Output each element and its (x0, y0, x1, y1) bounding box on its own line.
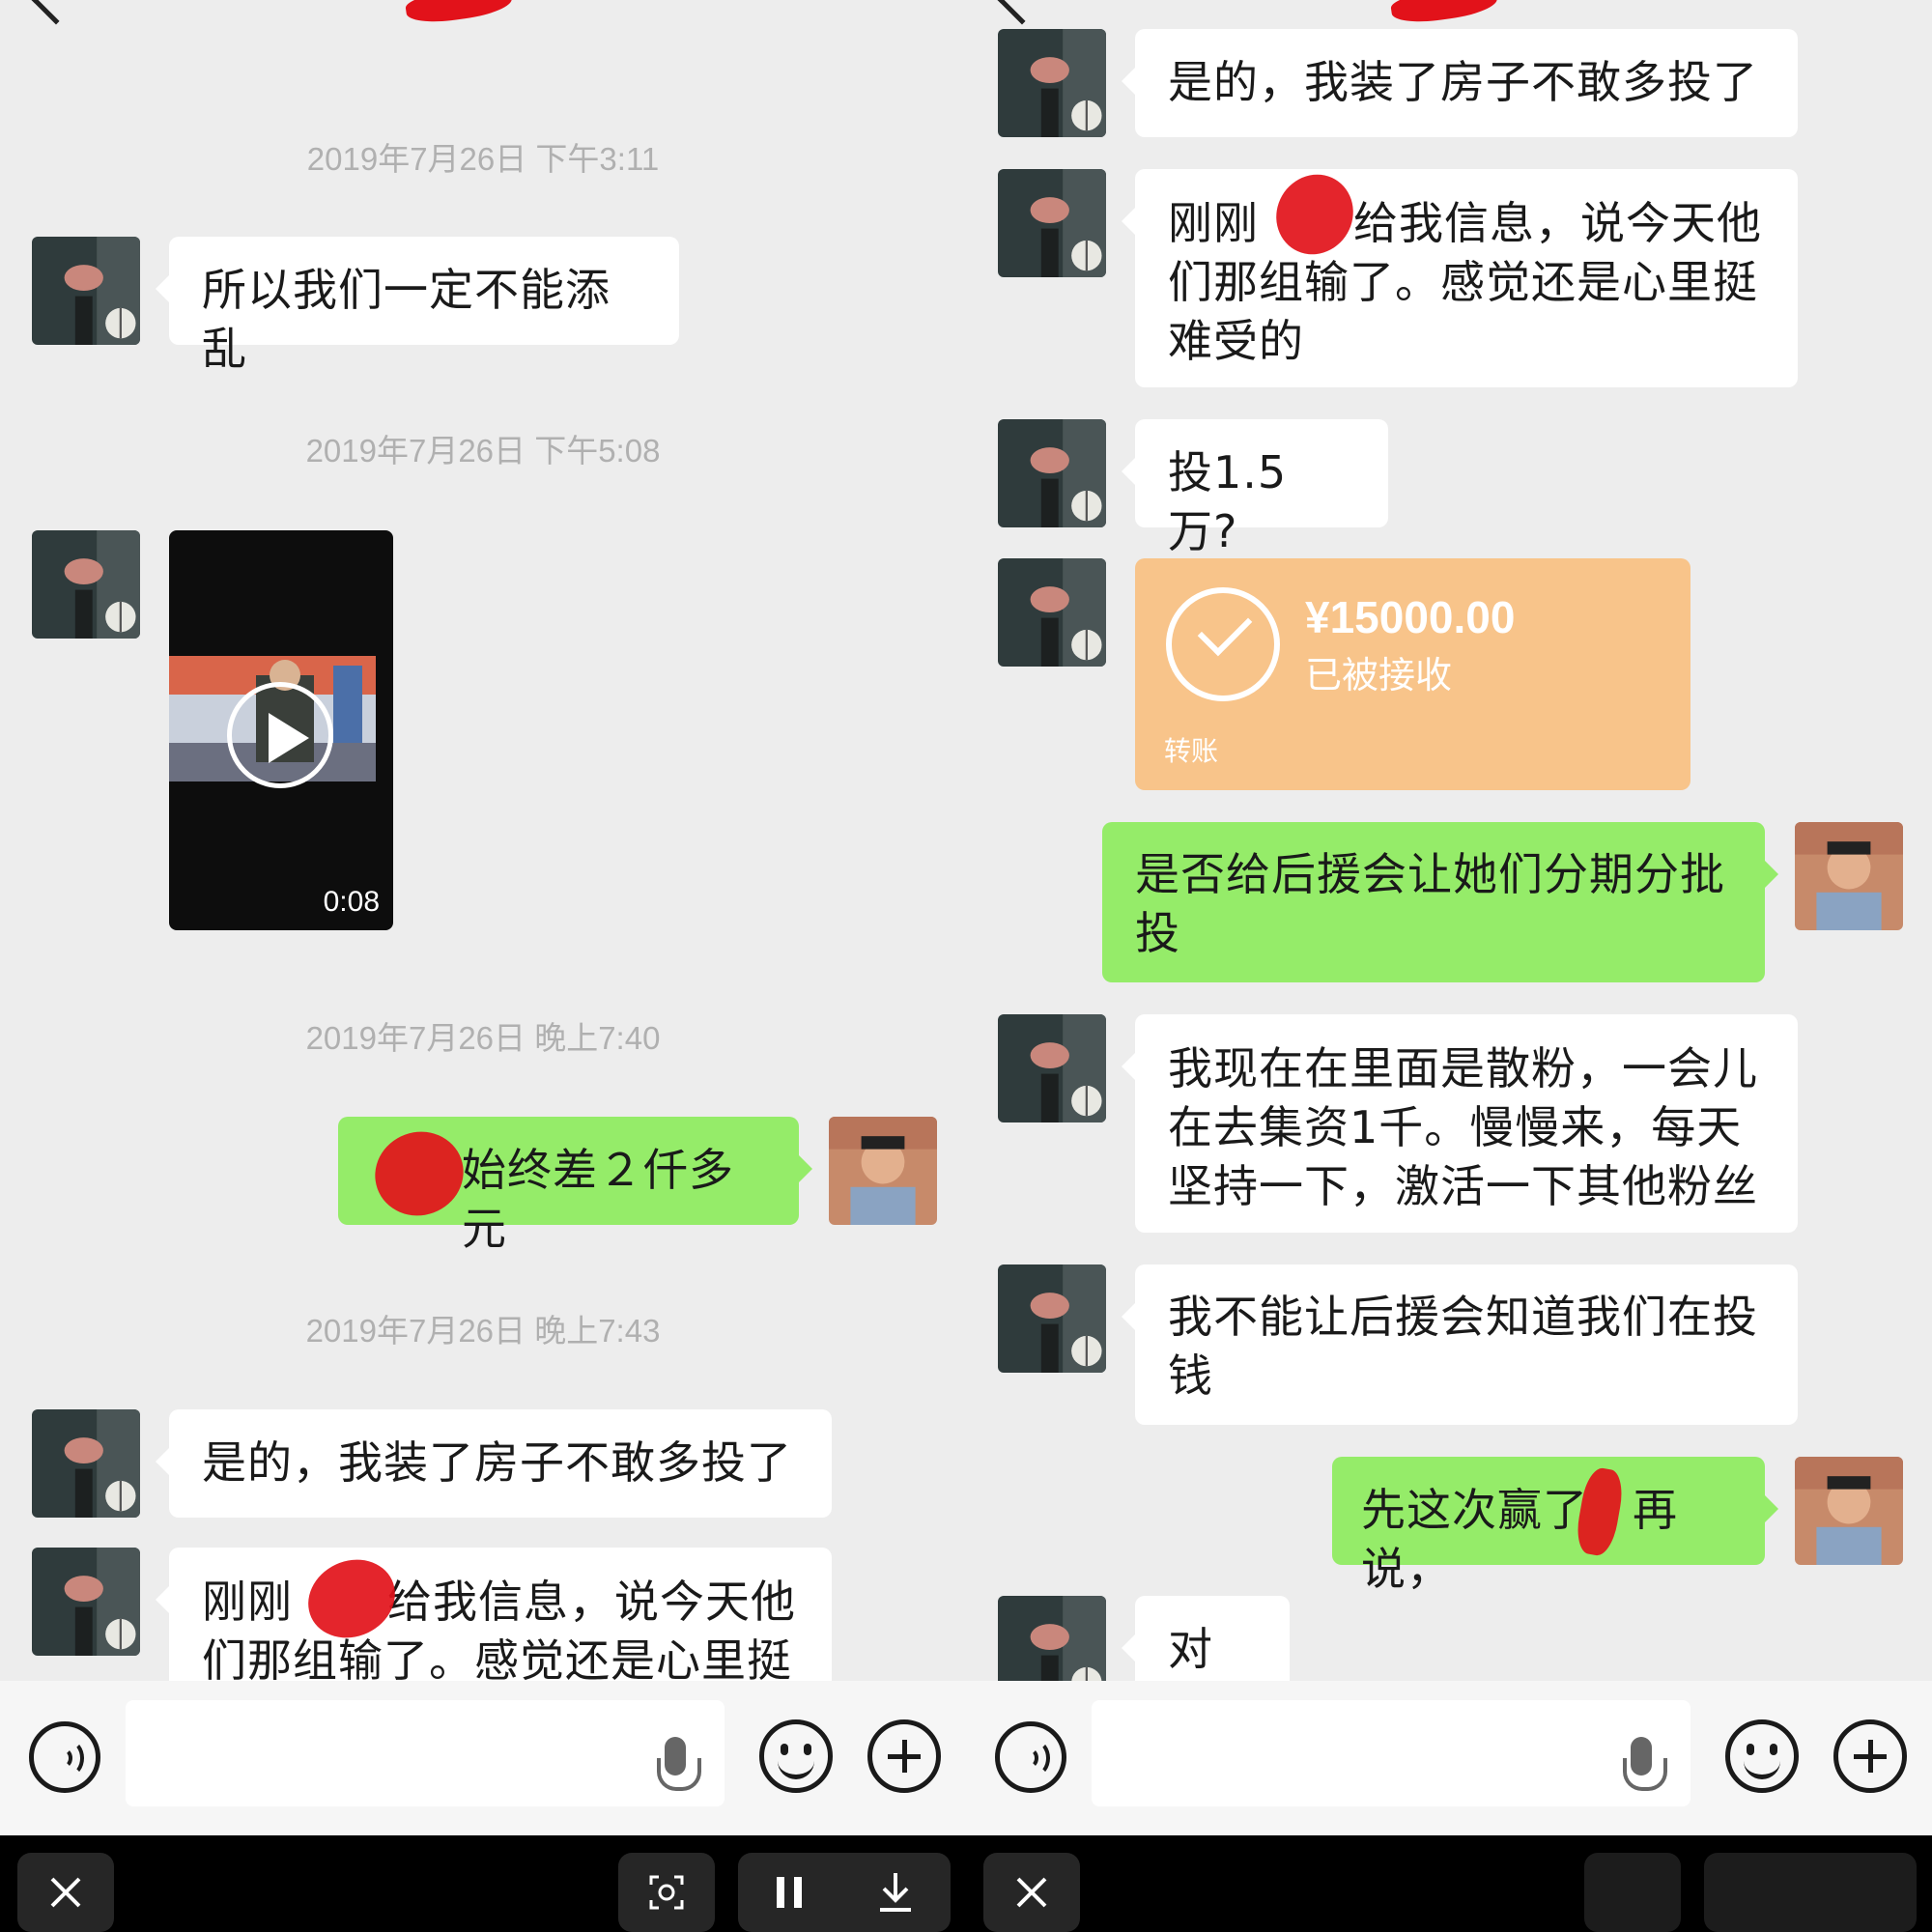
chat-input-bar (0, 1681, 966, 1835)
message-bubble-incoming[interactable]: 是的，我装了房子不敢多投了 (156, 1409, 832, 1518)
close-icon (50, 1877, 81, 1908)
contact-avatar[interactable] (998, 29, 1106, 137)
plus-icon[interactable] (867, 1719, 941, 1793)
contact-avatar[interactable] (32, 1409, 140, 1518)
user-avatar[interactable] (829, 1117, 937, 1225)
back-arrow-icon[interactable] (997, 0, 1047, 25)
voice-icon[interactable] (29, 1721, 100, 1793)
close-button[interactable] (983, 1853, 1080, 1932)
play-icon[interactable] (227, 682, 333, 788)
playback-controls (738, 1853, 951, 1932)
checkmark-icon (1166, 587, 1280, 701)
message-text: 始终差２仟多元 (462, 1144, 734, 1255)
message-bubble-incoming[interactable]: 是的，我装了房子不敢多投了 (1122, 29, 1798, 137)
chat-header (966, 0, 1932, 29)
contact-avatar[interactable] (998, 1014, 1106, 1122)
message-input[interactable] (1092, 1700, 1690, 1806)
chat-screenshot-right: 是的，我装了房子不敢多投了 刚刚 给我信息，说今天他 们那组输了。感觉还是心里挺难… (966, 0, 1932, 1835)
contact-avatar[interactable] (32, 530, 140, 639)
microphone-icon[interactable] (1623, 1737, 1667, 1791)
scan-icon (649, 1875, 684, 1910)
contact-avatar[interactable] (32, 237, 140, 345)
close-icon (1016, 1877, 1047, 1908)
transfer-card[interactable]: ¥15000.00 已被接收 转账 (1135, 558, 1690, 790)
voice-icon[interactable] (995, 1721, 1066, 1793)
message-bubble-incoming[interactable]: 所以我们一定不能添乱 (156, 237, 679, 375)
back-arrow-icon[interactable] (31, 0, 81, 25)
timestamp: 2019年7月26日 下午5:08 (305, 433, 661, 469)
message-bubble-incoming[interactable]: 我现在在里面是散粉，一会儿在去集资1千。慢慢来，每天坚持一下，激活一下其他粉丝 (1122, 1014, 1798, 1233)
user-avatar[interactable] (1795, 822, 1903, 930)
user-avatar[interactable] (1795, 1457, 1903, 1565)
toolbar-button[interactable] (1704, 1853, 1917, 1932)
microphone-icon[interactable] (657, 1737, 701, 1791)
message-line: 们那组输了。感觉还是心里挺难受的 (1168, 256, 1758, 367)
chat-screenshot-left: 2019年7月26日 下午3:11 所以我们一定不能添乱 2019年7月26日 … (0, 0, 966, 1835)
message-input[interactable] (126, 1700, 724, 1806)
redacted-chat-title (404, 0, 514, 27)
redacted-chat-title (1389, 0, 1499, 27)
emoji-icon[interactable] (759, 1719, 833, 1793)
chat-input-bar (966, 1681, 1932, 1835)
transfer-amount: ¥15000.00 (1305, 592, 1516, 642)
video-message[interactable]: 0:08 (169, 530, 393, 930)
timestamp: 2019年7月26日 晚上7:43 (305, 1313, 661, 1349)
message-bubble-outgoing[interactable]: 先这次赢了 再说， (1332, 1457, 1778, 1595)
message-bubble-outgoing[interactable]: 是否给后援会让她们分期分批投 (1102, 822, 1778, 982)
message-text: 先这次赢了 (1361, 1484, 1588, 1536)
scan-button[interactable] (618, 1853, 715, 1932)
close-button[interactable] (17, 1853, 114, 1932)
contact-avatar[interactable] (32, 1548, 140, 1656)
message-line: 刚刚 给我信息，说今天他 (1168, 197, 1762, 249)
transfer-label: 转账 (1164, 735, 1219, 767)
contact-avatar[interactable] (998, 1264, 1106, 1373)
contact-avatar[interactable] (998, 419, 1106, 527)
media-viewer-toolbar (0, 1835, 1932, 1932)
message-bubble-incoming[interactable]: 投1.5万? (1122, 419, 1388, 557)
emoji-icon[interactable] (1725, 1719, 1799, 1793)
chat-header (0, 0, 966, 29)
message-bubble-incoming[interactable]: 刚刚 给我信息，说今天他 们那组输了。感觉还是心里挺难受的 (1122, 169, 1798, 387)
contact-avatar[interactable] (998, 169, 1106, 277)
transfer-status: 已被接收 (1305, 654, 1453, 696)
timestamp: 2019年7月26日 晚上7:40 (305, 1020, 661, 1056)
pause-icon[interactable] (775, 1873, 804, 1912)
message-line: 刚刚 给我信息，说今天他 (202, 1576, 796, 1628)
message-bubble-incoming[interactable]: 我不能让后援会知道我们在投钱 (1122, 1264, 1798, 1425)
timestamp: 2019年7月26日 下午3:11 (306, 141, 660, 177)
toolbar-button[interactable] (1584, 1853, 1681, 1932)
video-duration: 0:08 (323, 886, 380, 918)
plus-icon[interactable] (1833, 1719, 1907, 1793)
contact-avatar[interactable] (998, 558, 1106, 667)
download-icon[interactable] (876, 1871, 915, 1914)
